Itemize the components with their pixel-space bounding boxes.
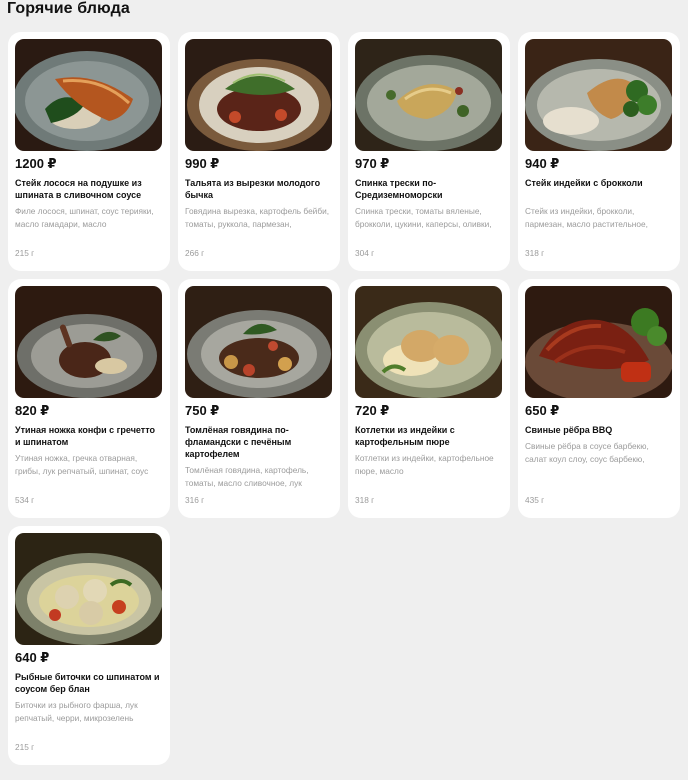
price: 940 ₽: [525, 156, 560, 171]
dish-weight: 215 г: [15, 742, 35, 752]
dish-card-turkey-cutlets[interactable]: 720 ₽ Котлетки из индейки с картофельным…: [348, 279, 510, 518]
price: 750 ₽: [185, 403, 220, 418]
tagliata-photo[interactable]: [185, 39, 332, 151]
section-title: Горячие блюда: [7, 0, 130, 17]
cod-photo[interactable]: [355, 39, 502, 151]
dish-description: Спинка трески, томаты вяленые, брокколи,…: [355, 206, 492, 229]
dish-description: Филе лосося, шпинат, соус терияки, масло…: [15, 206, 154, 229]
dish-card-turkey-steak[interactable]: 940 ₽ Стейк индейки с брокколи Стейк из …: [518, 32, 680, 271]
price: 650 ₽: [525, 403, 560, 418]
dish-weight: 435 г: [525, 495, 545, 505]
salmon-steak-photo[interactable]: [15, 39, 162, 151]
dish-card-pork-ribs[interactable]: 650 ₽ Свиные рёбра BBQ Свиные рёбра в со…: [518, 279, 680, 518]
dish-description: Говядина вырезка, картофель бейби, томат…: [185, 206, 330, 229]
price: 640 ₽: [15, 650, 50, 665]
dish-weight: 215 г: [15, 248, 35, 258]
price: 990 ₽: [185, 156, 220, 171]
dish-weight: 318 г: [525, 248, 545, 258]
dish-name: Стейк лосося на подушке из шпината в сли…: [15, 178, 142, 200]
dish-weight: 304 г: [355, 248, 375, 258]
dish-weight: 266 г: [185, 248, 205, 258]
pork-ribs-photo[interactable]: [525, 286, 672, 398]
dish-card-duck[interactable]: 820 ₽ Утиная ножка конфи с гречетто и шп…: [8, 279, 170, 518]
dish-name: Утиная ножка конфи с гречетто и шпинатом: [15, 425, 156, 447]
dish-description: Биточки из рыбного фарша, лук репчатый, …: [15, 700, 138, 723]
dish-card-salmon[interactable]: 1200 ₽ Стейк лосося на подушке из шпинат…: [8, 32, 170, 271]
dish-card-tagliata[interactable]: 990 ₽ Тальята из вырезки молодого бычка …: [178, 32, 340, 271]
dish-description: Свиные рёбра в соусе барбекю, салат коул…: [525, 441, 649, 464]
turkey-cutlets-photo[interactable]: [355, 286, 502, 398]
dish-description: Томлёная говядина, картофель, томаты, ма…: [185, 465, 309, 488]
dishes-grid: 1200 ₽ Стейк лосося на подушке из шпинат…: [8, 32, 680, 765]
dish-name: Тальята из вырезки молодого бычка: [185, 178, 321, 200]
dish-card-braised-beef[interactable]: 750 ₽ Томлёная говядина по-фламандски с …: [178, 279, 340, 518]
dish-name: Томлёная говядина по-фламандски с печёны…: [185, 425, 292, 459]
dish-weight: 316 г: [185, 495, 205, 505]
dish-card-fish-cakes[interactable]: 640 ₽ Рыбные биточки со шпинатом и соусо…: [8, 526, 170, 765]
dish-card-cod[interactable]: 970 ₽ Спинка трески по-Средиземноморски …: [348, 32, 510, 271]
dish-weight: 534 г: [15, 495, 35, 505]
dish-name: Котлетки из индейки с картофельным пюре: [355, 425, 455, 447]
dish-description: Стейк из индейки, брокколи, пармезан, ма…: [525, 206, 648, 229]
braised-beef-photo[interactable]: [185, 286, 332, 398]
price: 970 ₽: [355, 156, 390, 171]
price: 1200 ₽: [15, 156, 57, 171]
dish-name: Свиные рёбра BBQ: [525, 425, 613, 435]
price: 820 ₽: [15, 403, 50, 418]
turkey-steak-photo[interactable]: [525, 39, 672, 151]
dish-name: Спинка трески по-Средиземноморски: [355, 178, 443, 200]
dish-name: Рыбные биточки со шпинатом и соусом бер …: [15, 672, 160, 694]
fish-cakes-photo[interactable]: [15, 533, 162, 645]
dish-description: Котлетки из индейки, картофельное пюре, …: [355, 453, 494, 476]
dish-description: Утиная ножка, гречка отварная, грибы, лу…: [15, 453, 149, 476]
duck-leg-photo[interactable]: [15, 286, 162, 398]
dish-name: Стейк индейки с брокколи: [525, 178, 643, 188]
dish-weight: 318 г: [355, 495, 375, 505]
price: 720 ₽: [355, 403, 390, 418]
